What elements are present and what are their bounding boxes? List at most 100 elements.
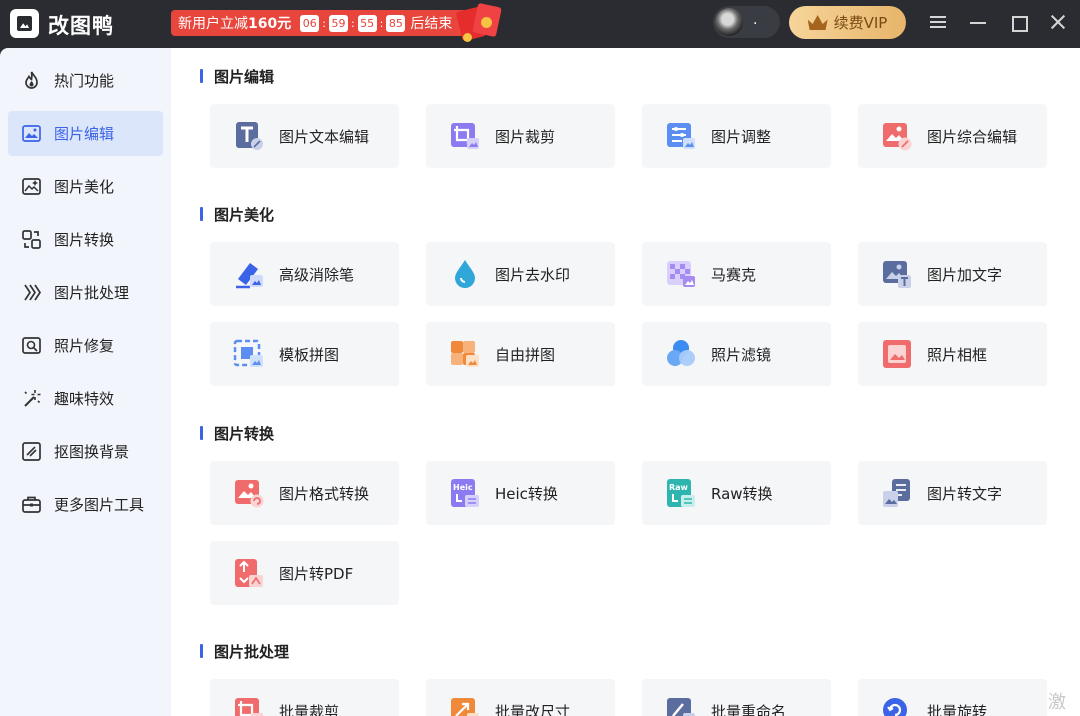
maximize-icon[interactable] — [1008, 12, 1028, 32]
sidebar-item-image-beautify[interactable]: 图片美化 — [8, 164, 163, 209]
avatar — [715, 8, 743, 36]
section-title: 图片批处理 — [200, 641, 289, 662]
activation-watermark: 激活 — [1048, 688, 1080, 716]
sidebar-item-label: 图片编辑 — [54, 123, 114, 144]
tool-batch-rotate[interactable]: 批量旋转 — [858, 679, 1047, 716]
tool-label: 批量改尺寸 — [495, 701, 570, 716]
tool-eraser-pen[interactable]: 高级消除笔 — [210, 242, 399, 306]
crop-icon — [448, 119, 482, 153]
photo-repair-icon — [21, 335, 42, 356]
heic-icon: Heic — [448, 476, 482, 510]
tool-label: 图片格式转换 — [279, 483, 369, 504]
batch-resize-icon — [448, 694, 482, 716]
tool-format-convert[interactable]: 图片格式转换 — [210, 461, 399, 525]
tool-photo-frame[interactable]: 照片相框 — [858, 322, 1047, 386]
promo-prefix: 新用户立减 — [178, 13, 248, 33]
user-name: . — [753, 12, 757, 28]
tool-batch-resize[interactable]: 批量改尺寸 — [426, 679, 615, 716]
sidebar-item-photo-repair[interactable]: 照片修复 — [8, 323, 163, 368]
sidebar-item-label: 图片批处理 — [54, 282, 129, 303]
frame-icon — [880, 337, 914, 371]
menu-icon[interactable] — [928, 12, 948, 32]
batch-rotate-icon — [880, 694, 914, 716]
sidebar-item-fun-effects[interactable]: 趣味特效 — [8, 376, 163, 421]
tool-free-collage[interactable]: 自由拼图 — [426, 322, 615, 386]
tool-label: 照片相框 — [927, 344, 987, 365]
tool-batch-rename[interactable]: 批量重命名 — [642, 679, 831, 716]
tool-mosaic[interactable]: 马赛克 — [642, 242, 831, 306]
raw-icon: Raw — [664, 476, 698, 510]
sidebar-item-label: 热门功能 — [54, 70, 114, 91]
promo-timer: 06: 59: 55: 85 — [300, 15, 405, 32]
tool-label: 批量旋转 — [927, 701, 987, 716]
tool-heic-convert[interactable]: Heic Heic转换 — [426, 461, 615, 525]
image-to-pdf-icon — [232, 556, 266, 590]
tool-template-collage[interactable]: 模板拼图 — [210, 322, 399, 386]
template-collage-icon — [232, 337, 266, 371]
promo-banner[interactable]: 新用户立减160元 06: 59: 55: 85 后结束 — [171, 10, 471, 36]
tool-label: Raw转换 — [711, 483, 773, 504]
tool-label: 图片裁剪 — [495, 126, 555, 147]
sidebar-item-label: 抠图换背景 — [54, 441, 129, 462]
tool-label: Heic转换 — [495, 483, 558, 504]
flame-icon — [21, 70, 42, 91]
minimize-icon[interactable] — [968, 12, 988, 32]
tool-label: 模板拼图 — [279, 344, 339, 365]
tool-compose-edit[interactable]: 图片综合编辑 — [858, 104, 1047, 168]
sidebar: 热门功能 图片编辑 图片美化 图片转换 图片批处理 照片修复 趣味特效 — [0, 48, 171, 716]
tool-photo-filter[interactable]: 照片滤镜 — [642, 322, 831, 386]
compose-edit-icon — [880, 119, 914, 153]
tool-batch-crop[interactable]: 批量裁剪 — [210, 679, 399, 716]
promo-amount: 160元 — [248, 13, 291, 33]
sidebar-item-label: 图片转换 — [54, 229, 114, 250]
eraser-pen-icon — [232, 257, 266, 291]
tool-label: 图片加文字 — [927, 264, 1002, 285]
add-text-icon — [880, 257, 914, 291]
tool-label: 批量重命名 — [711, 701, 786, 716]
tool-crop[interactable]: 图片裁剪 — [426, 104, 615, 168]
tool-label: 自由拼图 — [495, 344, 555, 365]
tool-label: 图片调整 — [711, 126, 771, 147]
timer-hours: 06 — [300, 15, 319, 32]
text-edit-icon — [232, 119, 266, 153]
sidebar-item-hot[interactable]: 热门功能 — [8, 58, 163, 103]
mosaic-icon — [664, 257, 698, 291]
tool-remove-watermark[interactable]: 图片去水印 — [426, 242, 615, 306]
tool-label: 高级消除笔 — [279, 264, 354, 285]
tool-image-to-pdf[interactable]: 图片转PDF — [210, 541, 399, 605]
app-logo-icon — [10, 9, 39, 38]
tool-label: 图片文本编辑 — [279, 126, 369, 147]
sidebar-item-cutout[interactable]: 抠图换背景 — [8, 429, 163, 474]
sidebar-item-label: 照片修复 — [54, 335, 114, 356]
sidebar-item-label: 图片美化 — [54, 176, 114, 197]
tool-label: 图片转PDF — [279, 563, 353, 584]
title-bar: 改图鸭 新用户立减160元 06: 59: 55: 85 后结束 . 续费VIP — [0, 0, 1080, 48]
close-icon[interactable] — [1048, 12, 1068, 32]
sidebar-item-image-convert[interactable]: 图片转换 — [8, 217, 163, 262]
tool-label: 图片综合编辑 — [927, 126, 1017, 147]
tool-add-text[interactable]: 图片加文字 — [858, 242, 1047, 306]
tool-raw-convert[interactable]: Raw Raw转换 — [642, 461, 831, 525]
sidebar-item-label: 趣味特效 — [54, 388, 114, 409]
tool-image-to-text[interactable]: 图片转文字 — [858, 461, 1047, 525]
image-to-text-icon — [880, 476, 914, 510]
tool-adjust[interactable]: 图片调整 — [642, 104, 831, 168]
red-packet-icon[interactable] — [455, 3, 505, 43]
image-convert-icon — [21, 229, 42, 250]
adjust-icon — [664, 119, 698, 153]
app-name: 改图鸭 — [48, 10, 114, 40]
tool-text-edit[interactable]: 图片文本编辑 — [210, 104, 399, 168]
format-convert-icon — [232, 476, 266, 510]
crown-icon — [808, 15, 828, 30]
batch-icon — [21, 282, 42, 303]
sidebar-item-more-tools[interactable]: 更多图片工具 — [8, 482, 163, 527]
sidebar-item-batch[interactable]: 图片批处理 — [8, 270, 163, 315]
renew-vip-button[interactable]: 续费VIP — [789, 6, 906, 39]
user-profile[interactable]: . — [713, 6, 780, 38]
raw-badge: Raw — [669, 483, 689, 492]
tool-label: 照片滤镜 — [711, 344, 771, 365]
toolbox-icon — [21, 494, 42, 515]
filter-icon — [664, 337, 698, 371]
sidebar-item-image-edit[interactable]: 图片编辑 — [8, 111, 163, 156]
free-collage-icon — [448, 337, 482, 371]
